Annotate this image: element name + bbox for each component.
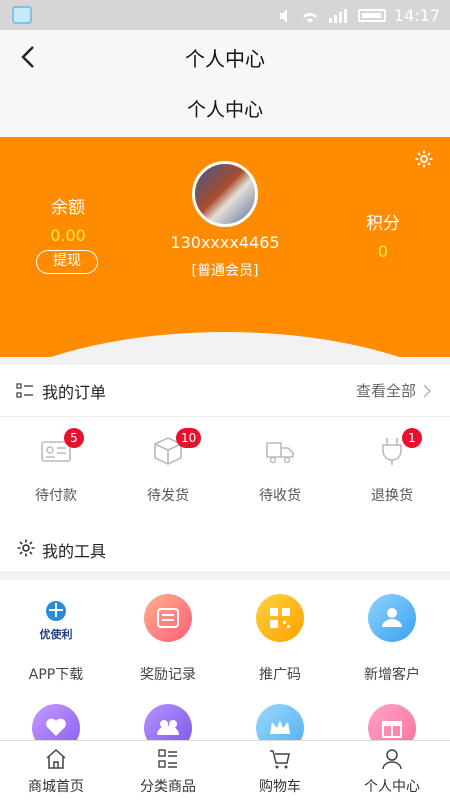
sub-header: 个人中心 (0, 84, 450, 137)
signal-icon (328, 8, 347, 23)
wifi-icon (302, 12, 317, 23)
gallery-notification-icon (12, 6, 32, 24)
profile-header: 余额 0.00 提现 130xxxx4465 [普通会员] 积分 0 (0, 137, 450, 357)
tool-reward-record[interactable]: 奖励记录 (112, 594, 224, 694)
tools-header: 我的工具 (0, 525, 450, 571)
order-list-icon (16, 383, 33, 398)
sub-header-title: 个人中心 (186, 99, 263, 121)
tools-grid: 优使利 APP下载 奖励记录 推广码 新增客户 (0, 580, 450, 740)
category-icon (158, 749, 177, 768)
order-badge: 5 (64, 428, 84, 448)
qr-code-icon (256, 594, 304, 642)
order-label: 待收货 (259, 488, 301, 504)
bottom-tab-bar: 商城首页 分类商品 购物车 个人中心 (0, 740, 450, 800)
tool-label: 新增客户 (364, 667, 420, 683)
orders-header: 我的订单 查看全部 (0, 365, 450, 417)
avatar[interactable] (192, 161, 258, 227)
heart-icon (32, 704, 80, 740)
battery-icon (357, 9, 386, 22)
tool-favorites[interactable] (0, 704, 112, 740)
home-icon (46, 748, 66, 769)
tool-label: 推广码 (259, 667, 301, 683)
tab-label: 购物车 (259, 779, 301, 795)
tab-label: 个人中心 (364, 779, 420, 795)
app-logo-text: 优使利 (39, 628, 73, 641)
balance-label: 余额 (51, 198, 85, 218)
delivery-truck-icon (266, 442, 294, 464)
tab-cart[interactable]: 购物车 (224, 741, 336, 800)
tab-profile[interactable]: 个人中心 (336, 741, 448, 800)
crown-icon (256, 704, 304, 740)
new-customer-icon (368, 594, 416, 642)
tab-label: 商城首页 (28, 779, 84, 795)
tool-vip[interactable] (224, 704, 336, 740)
cart-icon (270, 750, 290, 769)
points-value: 0 (377, 242, 389, 261)
tab-label: 分类商品 (140, 779, 196, 795)
member-level: [普通会员] (191, 263, 259, 279)
tools-gear-icon (17, 539, 35, 557)
status-bar: 14:17 (0, 0, 450, 30)
settings-gear-icon[interactable] (414, 149, 434, 169)
tool-promo-code[interactable]: 推广码 (224, 594, 336, 694)
orders-title: 我的订单 (42, 383, 107, 402)
order-label: 待付款 (35, 488, 77, 504)
header-curve (0, 332, 450, 357)
reward-record-icon (144, 594, 192, 642)
tool-app-download[interactable]: 优使利 APP下载 (0, 594, 112, 694)
order-returns[interactable]: 1 退换货 (336, 425, 448, 515)
points-label: 积分 (366, 214, 400, 234)
team-icon (144, 704, 192, 740)
app-logo-icon: 优使利 (32, 594, 80, 642)
tool-new-customer[interactable]: 新增客户 (336, 594, 448, 694)
tab-categories[interactable]: 分类商品 (112, 741, 224, 800)
mute-icon (279, 8, 287, 23)
chevron-right-icon[interactable] (422, 383, 432, 399)
tools-title: 我的工具 (42, 542, 107, 561)
user-icon (382, 749, 402, 770)
tool-label: APP下载 (28, 667, 84, 683)
status-icons: 14:17 (278, 6, 440, 25)
order-pending-payment[interactable]: 5 待付款 (0, 425, 112, 515)
tab-home[interactable]: 商城首页 (0, 741, 112, 800)
order-pending-receipt[interactable]: 待收货 (224, 425, 336, 515)
view-all-orders-link[interactable]: 查看全部 (356, 380, 416, 401)
nav-bar: 个人中心 (0, 30, 450, 84)
order-badge: 10 (176, 428, 202, 448)
order-badge: 1 (402, 428, 422, 448)
order-label: 待发货 (147, 488, 189, 504)
tool-team[interactable] (112, 704, 224, 740)
points-block[interactable]: 积分 0 (345, 209, 421, 261)
tool-label: 奖励记录 (140, 667, 196, 683)
gift-icon (368, 704, 416, 740)
tool-gift[interactable] (336, 704, 448, 740)
page-title: 个人中心 (185, 47, 265, 71)
order-label: 退换货 (371, 488, 413, 504)
orders-section: 我的订单 查看全部 5 待付款 10 待发货 待收货 1 退换货 (0, 365, 450, 525)
order-pending-shipment[interactable]: 10 待发货 (112, 425, 224, 515)
status-time: 14:17 (393, 6, 440, 25)
